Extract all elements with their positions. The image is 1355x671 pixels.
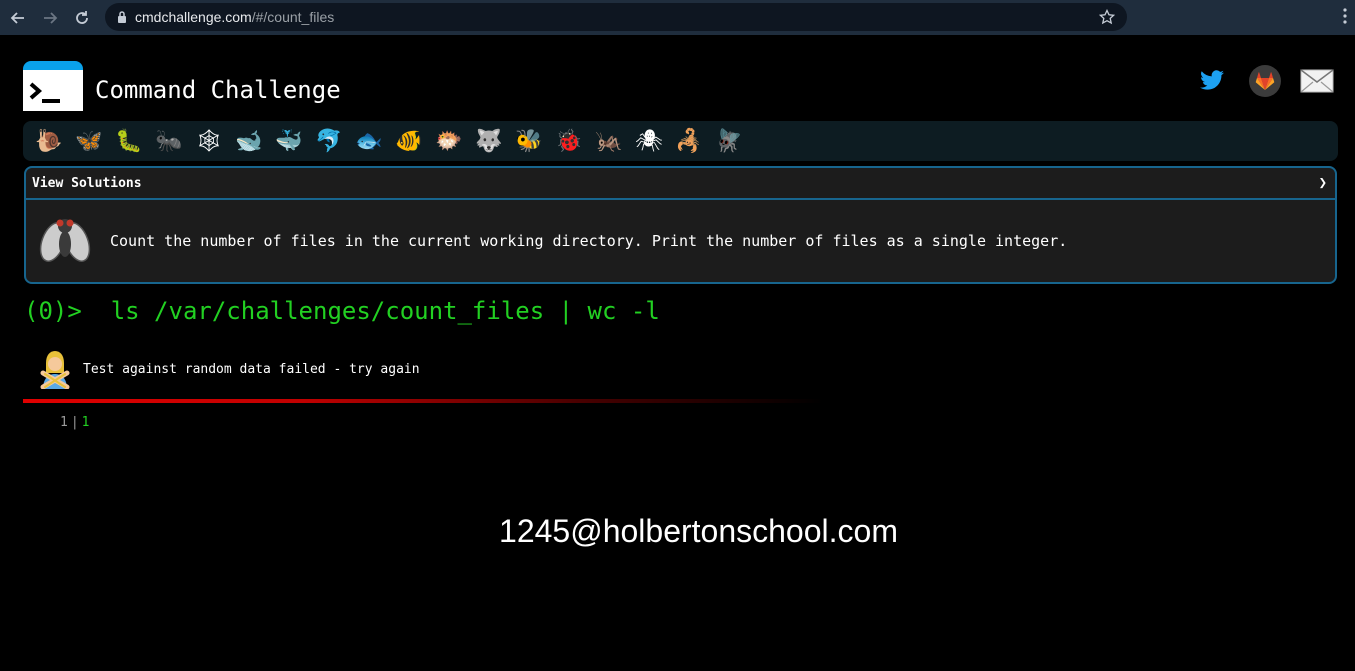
ladybug-icon[interactable]: 🐞 [549,125,589,157]
fly-icon [39,219,91,262]
output-line-number: 1 [60,415,68,430]
output-value: 1 [81,415,90,430]
fly-icon[interactable]: 🪰 [709,125,749,157]
spider-web-icon[interactable]: 🕸 [189,125,229,157]
wolf-icon[interactable]: 🐺 [469,125,509,157]
view-solutions-label: View Solutions [32,175,142,191]
challenge-description: Count the number of files in the current… [110,232,1068,250]
email-watermark: 1245@holbertonschool.com [499,513,898,549]
result-row: Test against random data failed - try ag… [35,349,420,389]
gitlab-icon [1249,65,1281,97]
bee-icon[interactable]: 🐝 [509,125,549,157]
fish-icon[interactable]: 🐟 [349,125,389,157]
gitlab-link[interactable] [1248,65,1282,97]
reload-button[interactable] [68,4,96,32]
challenge-panel: View Solutions ❯ Count the number of fil… [24,166,1337,284]
forward-button[interactable] [36,4,64,32]
email-link[interactable] [1300,65,1334,97]
spider-icon[interactable]: 🕷 [629,125,669,157]
failure-status-bar [23,399,823,403]
tropical-fish-icon[interactable]: 🐠 [389,125,429,157]
result-message: Test against random data failed - try ag… [83,361,420,377]
blowfish-icon[interactable]: 🐡 [429,125,469,157]
envelope-icon [1300,69,1334,93]
dolphin-icon[interactable]: 🐬 [309,125,349,157]
lock-icon [118,11,126,23]
output-separator: | [70,415,79,430]
person-gesturing-no-icon [40,351,70,389]
arrow-left-icon [10,11,24,24]
ant-icon[interactable]: 🐜 [149,125,189,157]
site-title[interactable]: Command Challenge [95,76,341,104]
whale-icon[interactable]: 🐋 [229,125,269,157]
browser-toolbar: cmdchallenge.com/#/count_files [0,0,1355,35]
command-line[interactable]: (0)> ls /var/challenges/count_files | wc… [24,297,660,325]
back-button[interactable] [4,4,32,32]
site-logo[interactable] [23,61,83,111]
twitter-link[interactable] [1198,65,1226,97]
challenge-description-row: Count the number of files in the current… [26,200,1335,282]
butterfly-icon[interactable]: 🦋 [69,125,109,157]
kebab-menu-icon[interactable] [1343,8,1347,24]
command-prompt: (0)> [24,297,82,325]
twitter-icon [1200,70,1224,90]
snail-icon[interactable]: 🐌 [29,125,69,157]
command-output: 1 | 1 [60,415,89,430]
bookmark-star-icon[interactable] [1099,9,1115,25]
reload-icon [76,10,88,24]
caterpillar-icon[interactable]: 🐛 [109,125,149,157]
address-bar[interactable]: cmdchallenge.com/#/count_files [105,3,1127,31]
level-selector: 🐌 🦋 🐛 🐜 🕸 🐋 🐳 🐬 🐟 🐠 🐡 🐺 🐝 🐞 🦗 🕷 🦂 🪰 [23,121,1338,161]
url-text: cmdchallenge.com/#/count_files [135,9,335,25]
command-input[interactable]: ls /var/challenges/count_files | wc -l [111,297,660,325]
cricket-icon[interactable]: 🦗 [589,125,629,157]
spouting-whale-icon[interactable]: 🐳 [269,125,309,157]
terminal-icon [23,70,83,111]
scorpion-icon[interactable]: 🦂 [669,125,709,157]
arrow-right-icon [44,11,58,24]
chevron-right-icon: ❯ [1318,175,1327,191]
view-solutions-toggle[interactable]: View Solutions ❯ [26,168,1335,200]
